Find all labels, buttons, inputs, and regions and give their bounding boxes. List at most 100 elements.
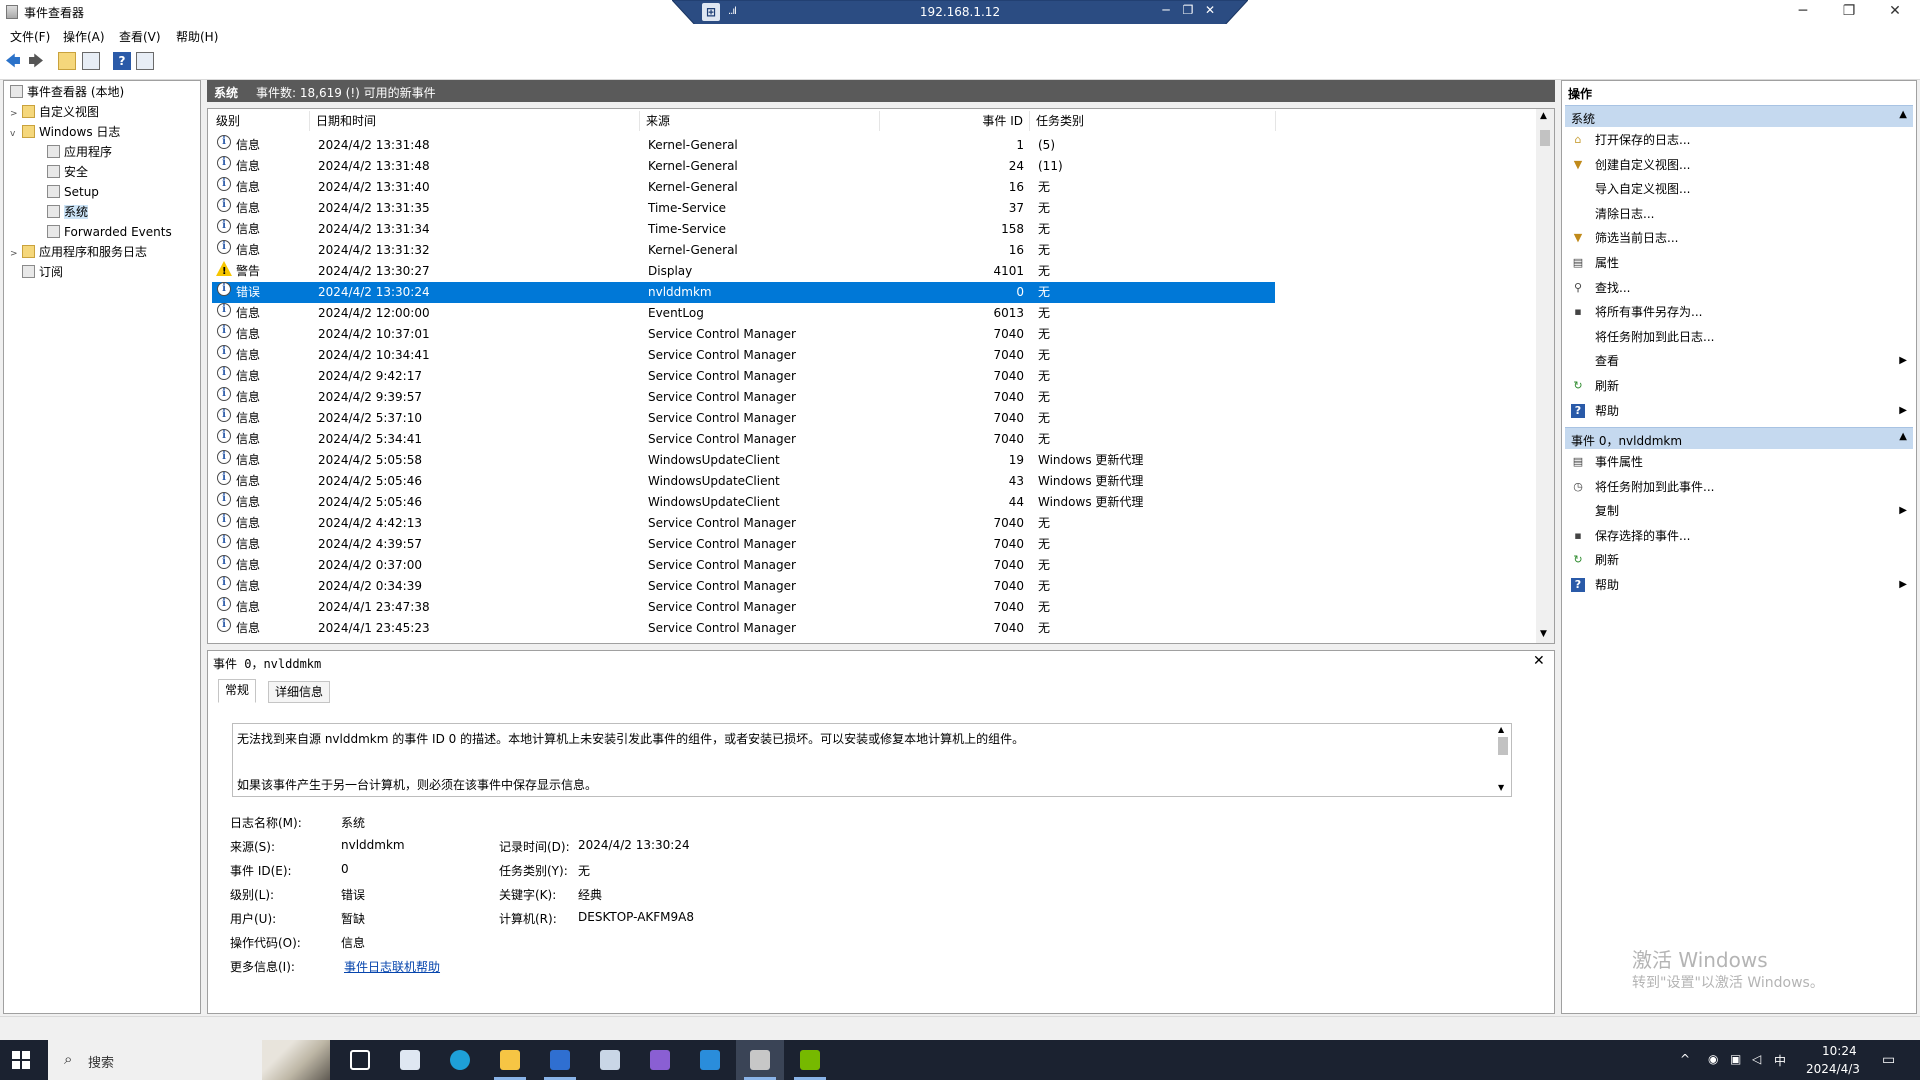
- action-item[interactable]: ? 帮助 ▶: [1565, 399, 1913, 423]
- help-icon[interactable]: ?: [113, 52, 131, 70]
- action-item[interactable]: ⌂ 打开保存的日志...: [1565, 128, 1913, 152]
- menu-action[interactable]: 操作(A): [63, 28, 105, 45]
- clock-time[interactable]: 10:24: [1822, 1044, 1857, 1058]
- action-item[interactable]: 导入自定义视图...: [1565, 177, 1913, 201]
- tree-forwarded-events[interactable]: Forwarded Events: [47, 223, 172, 241]
- expand-icon[interactable]: >: [10, 245, 22, 263]
- action-item[interactable]: ▼ 创建自定义视图...: [1565, 153, 1913, 177]
- tab-general[interactable]: 常规: [218, 679, 257, 703]
- expand-icon[interactable]: >: [10, 105, 22, 123]
- notification-icon[interactable]: ▭: [1882, 1052, 1895, 1068]
- actions-section-system[interactable]: 系统 ▲: [1565, 105, 1913, 127]
- table-row[interactable]: i 信息 2024/4/2 5:05:46 WindowsUpdateClient 44…: [212, 492, 1275, 513]
- description-scrollbar[interactable]: ▲ ▼: [1495, 725, 1511, 795]
- show-hide-tree-icon[interactable]: [82, 52, 100, 70]
- menu-help[interactable]: 帮助(H): [176, 28, 218, 45]
- tree-setup[interactable]: Setup: [47, 183, 99, 201]
- table-row[interactable]: i 信息 2024/4/2 13:31:35 Time-Service 37 无: [212, 198, 1275, 219]
- table-row[interactable]: i 信息 2024/4/2 9:39:57 Service Control Manag…: [212, 387, 1275, 408]
- column-datetime[interactable]: 日期和时间: [310, 111, 640, 131]
- table-row[interactable]: i 信息 2024/4/2 10:34:41 Service Control Mana…: [212, 345, 1275, 366]
- forward-icon[interactable]: 🡆: [27, 52, 45, 70]
- table-row[interactable]: i 信息 2024/4/2 5:05:58 WindowsUpdateClient 19…: [212, 450, 1275, 471]
- action-item[interactable]: ▪ 保存选择的事件...: [1565, 524, 1913, 548]
- table-row[interactable]: ! 警告 2024/4/2 13:30:27 Display 4101 无: [212, 261, 1275, 282]
- scroll-thumb[interactable]: [1498, 737, 1508, 755]
- action-item[interactable]: 查看 ▶: [1565, 349, 1913, 373]
- action-item[interactable]: ↻ 刷新: [1565, 374, 1913, 398]
- column-level[interactable]: 级别: [210, 111, 310, 131]
- tree-system[interactable]: 系统: [47, 203, 89, 221]
- action-item[interactable]: ↻ 刷新: [1565, 548, 1913, 572]
- scroll-up-icon[interactable]: ▲: [1540, 111, 1547, 121]
- file-explorer-icon[interactable]: [486, 1040, 534, 1080]
- remote-desktop-icon[interactable]: [386, 1040, 434, 1080]
- tree-subscriptions[interactable]: 订阅: [22, 263, 63, 281]
- table-row[interactable]: i 信息 2024/4/1 23:45:23 Service Control Mana…: [212, 618, 1275, 639]
- tree-app-service-logs[interactable]: > 应用程序和服务日志: [10, 243, 147, 261]
- visual-studio-icon[interactable]: [636, 1040, 684, 1080]
- list-scrollbar[interactable]: ▲ ▼: [1536, 109, 1554, 643]
- table-row[interactable]: i 信息 2024/4/1 23:47:38 Service Control Mana…: [212, 597, 1275, 618]
- maximize-button[interactable]: ❐: [1826, 0, 1872, 24]
- edge-icon[interactable]: [436, 1040, 484, 1080]
- tree-security[interactable]: 安全: [47, 163, 88, 181]
- scroll-down-icon[interactable]: ▼: [1498, 783, 1504, 792]
- table-row[interactable]: i 信息 2024/4/2 13:31:48 Kernel-General 1 (5): [212, 135, 1275, 156]
- tab-details[interactable]: 详细信息: [268, 681, 331, 703]
- table-row[interactable]: i 信息 2024/4/2 4:39:57 Service Control Manag…: [212, 534, 1275, 555]
- rdp-restore-button[interactable]: ❐: [1180, 3, 1196, 17]
- taskbar-search-box[interactable]: ⌕ 搜索: [48, 1040, 330, 1080]
- rdp-minimize-button[interactable]: ─: [1158, 3, 1174, 17]
- table-row[interactable]: i 信息 2024/4/2 5:34:41 Service Control Manag…: [212, 429, 1275, 450]
- table-row[interactable]: i 信息 2024/4/2 4:42:13 Service Control Manag…: [212, 513, 1275, 534]
- action-item[interactable]: ? 帮助 ▶: [1565, 573, 1913, 597]
- back-icon[interactable]: 🡄: [4, 52, 22, 70]
- table-row[interactable]: i 信息 2024/4/2 13:31:48 Kernel-General 24 (11): [212, 156, 1275, 177]
- tree-application[interactable]: 应用程序: [47, 143, 112, 161]
- up-folder-icon[interactable]: [58, 52, 76, 70]
- rdp-close-button[interactable]: ✕: [1202, 3, 1218, 17]
- detail-close-icon[interactable]: ✕: [1533, 653, 1545, 669]
- nvidia-icon[interactable]: [786, 1040, 834, 1080]
- table-row[interactable]: i 信息 2024/4/2 0:34:39 Service Control Manag…: [212, 576, 1275, 597]
- action-item[interactable]: ▪ 将所有事件另存为...: [1565, 300, 1913, 324]
- table-row[interactable]: i 信息 2024/4/2 13:31:32 Kernel-General 16 无: [212, 240, 1275, 261]
- column-task[interactable]: 任务类别: [1030, 111, 1276, 131]
- event-viewer-icon[interactable]: [736, 1040, 784, 1080]
- event-description[interactable]: 无法找到来自源 nvlddmkm 的事件 ID 0 的描述。本地计算机上未安装引…: [232, 723, 1512, 797]
- network-icon[interactable]: ▣: [1730, 1052, 1741, 1066]
- table-row[interactable]: i 信息 2024/4/2 9:42:17 Service Control Manag…: [212, 366, 1275, 387]
- collapse-icon[interactable]: ▲: [1899, 431, 1907, 442]
- table-row[interactable]: i 信息 2024/4/2 12:00:00 EventLog 6013 无: [212, 303, 1275, 324]
- windows-start-icon[interactable]: [12, 1051, 30, 1069]
- action-item[interactable]: ▼ 筛选当前日志...: [1565, 226, 1913, 250]
- scroll-up-icon[interactable]: ▲: [1498, 725, 1504, 734]
- collapse-icon[interactable]: v: [10, 125, 22, 143]
- column-source[interactable]: 来源: [640, 111, 880, 131]
- table-row[interactable]: i 信息 2024/4/2 0:37:00 Service Control Manag…: [212, 555, 1275, 576]
- action-item[interactable]: ◷ 将任务附加到此事件...: [1565, 475, 1913, 499]
- menu-view[interactable]: 查看(V): [119, 28, 161, 45]
- action-item[interactable]: 复制 ▶: [1565, 499, 1913, 523]
- actions-section-event[interactable]: 事件 0，nvlddmkm ▲: [1565, 427, 1913, 449]
- action-item[interactable]: ▤ 事件属性: [1565, 450, 1913, 474]
- collapse-icon[interactable]: ▲: [1899, 109, 1907, 120]
- chevron-up-icon[interactable]: ^: [1680, 1052, 1690, 1066]
- ime-indicator[interactable]: 中: [1774, 1052, 1786, 1069]
- app-icon[interactable]: [536, 1040, 584, 1080]
- tray-app-icon[interactable]: ◉: [1708, 1052, 1718, 1066]
- table-row[interactable]: i 信息 2024/4/2 13:31:34 Time-Service 158 无: [212, 219, 1275, 240]
- table-row[interactable]: i 信息 2024/4/2 10:37:01 Service Control Mana…: [212, 324, 1275, 345]
- tree-custom-views[interactable]: > 自定义视图: [10, 103, 99, 121]
- column-event-id[interactable]: 事件 ID: [880, 111, 1030, 131]
- task-view-icon[interactable]: [336, 1040, 384, 1080]
- close-button[interactable]: ✕: [1872, 0, 1918, 24]
- app-icon-2[interactable]: [586, 1040, 634, 1080]
- scroll-down-icon[interactable]: ▼: [1540, 629, 1547, 639]
- tree-windows-logs[interactable]: v Windows 日志: [10, 123, 120, 141]
- table-row[interactable]: i 信息 2024/4/2 5:37:10 Service Control Manag…: [212, 408, 1275, 429]
- scroll-thumb[interactable]: [1540, 130, 1550, 146]
- action-item[interactable]: ⚲ 查找...: [1565, 276, 1913, 300]
- action-item[interactable]: ▤ 属性: [1565, 251, 1913, 275]
